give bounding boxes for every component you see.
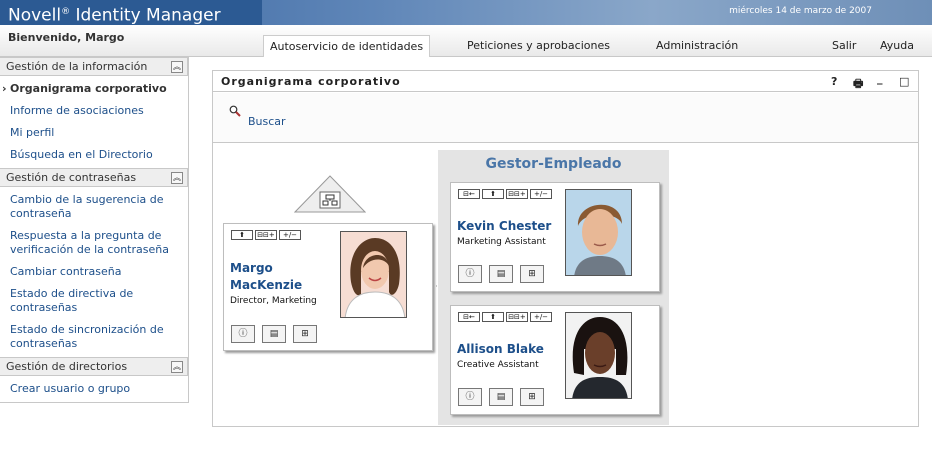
employee-title: Creative Assistant: [457, 360, 539, 370]
info-icon: ⓘ: [238, 329, 248, 339]
app-logo: Novell® Identity Manager: [0, 0, 262, 26]
info-icon: ⓘ: [465, 392, 475, 402]
minimize-icon[interactable]: _: [877, 72, 883, 85]
toggle-button[interactable]: +/−: [530, 312, 552, 322]
email-button[interactable]: ▤: [489, 388, 513, 406]
portlet-title-bar: Organigrama corporativo ? 🖶 _ □: [213, 71, 918, 92]
help-icon[interactable]: ?: [831, 75, 837, 88]
tab-identity-self-service[interactable]: Autoservicio de identidades: [263, 35, 431, 57]
sidebar-item-my-profile[interactable]: Mi perfil: [0, 122, 188, 144]
registered-mark: ®: [61, 7, 71, 17]
app-header: Novell® Identity Manager miércoles 14 de…: [0, 0, 932, 26]
email-button[interactable]: ▤: [489, 265, 513, 283]
nav-bar: Bienvenido, Margo Autoservicio de identi…: [0, 25, 932, 57]
sidebar: Gestión de la información ︽ Organigrama …: [0, 57, 189, 403]
hierarchy-button[interactable]: ⊞: [293, 325, 317, 343]
group-title: Gestor-Empleado: [485, 156, 622, 172]
person-portrait-icon: [341, 232, 406, 317]
manager-title: Director, Marketing: [230, 296, 317, 306]
search-icon: [229, 105, 241, 117]
sidebar-section-passwords[interactable]: Gestión de contraseñas ︽: [0, 168, 188, 187]
employee-card[interactable]: ⊟← ⬆ ⊟⊟+ +/− Kevin Chester Marketing Ass…: [450, 182, 660, 292]
employee-photo: [565, 312, 632, 399]
welcome-text: Bienvenido, Margo: [8, 31, 125, 44]
section-title: Gestión de directorios: [6, 360, 128, 373]
sidebar-item-challenge-response[interactable]: Respuesta a la pregunta de verificación …: [0, 225, 188, 261]
person-portrait-icon: [566, 313, 631, 398]
collapse-icon[interactable]: ︽: [171, 172, 183, 184]
hierarchy-icon: ⊞: [528, 269, 536, 279]
employee-title: Marketing Assistant: [457, 237, 546, 247]
sidebar-section-information[interactable]: Gestión de la información ︽: [0, 57, 188, 76]
email-button[interactable]: ▤: [262, 325, 286, 343]
sidebar-item-password-sync[interactable]: Estado de sincronización de contraseñas: [0, 319, 188, 355]
up-arrow-button[interactable]: ⬆: [482, 189, 504, 199]
expand-tree-button[interactable]: ⊟⊟+: [506, 312, 528, 322]
maximize-icon[interactable]: □: [899, 75, 909, 88]
collapse-icon[interactable]: ︽: [171, 361, 183, 373]
hierarchy-button[interactable]: ⊞: [520, 265, 544, 283]
help-link[interactable]: Ayuda: [874, 35, 920, 57]
employee-photo: [565, 189, 632, 276]
email-icon: ▤: [269, 329, 279, 339]
tab-administration[interactable]: Administración: [650, 35, 744, 57]
sidebar-item-directory-search[interactable]: Búsqueda en el Directorio: [0, 144, 188, 166]
hierarchy-button[interactable]: ⊞: [520, 388, 544, 406]
portlet-toolbar: Buscar: [213, 93, 918, 143]
sidebar-item-create-user[interactable]: Crear usuario o grupo: [0, 378, 188, 400]
sidebar-item-org-chart[interactable]: Organigrama corporativo: [0, 78, 188, 100]
sidebar-item-change-password[interactable]: Cambiar contraseña: [0, 261, 188, 283]
current-date: miércoles 14 de marzo de 2007: [729, 6, 872, 16]
manager-name-last[interactable]: MacKenzie: [230, 277, 302, 293]
up-hierarchy-icon[interactable]: [294, 175, 366, 213]
logout-link[interactable]: Salir: [826, 35, 862, 57]
print-icon[interactable]: 🖶: [853, 75, 863, 94]
email-icon: ▤: [496, 392, 506, 402]
toggle-button[interactable]: +/−: [530, 189, 552, 199]
sidebar-item-associations-report[interactable]: Informe de asociaciones: [0, 100, 188, 122]
info-button[interactable]: ⓘ: [458, 388, 482, 406]
info-button[interactable]: ⓘ: [458, 265, 482, 283]
employee-card[interactable]: ⊟← ⬆ ⊟⊟+ +/− Allison Blake Creative Assi…: [450, 305, 660, 415]
info-icon: ⓘ: [465, 269, 475, 279]
manager-card[interactable]: ⬆ ⊟⊟+ +/− Margo MacKenzie Director, Mark…: [223, 223, 433, 351]
section-title: Gestión de la información: [6, 60, 148, 73]
up-arrow-button[interactable]: ⬆: [482, 312, 504, 322]
sidebar-section-directory[interactable]: Gestión de directorios ︽: [0, 357, 188, 376]
hierarchy-icon: ⊞: [528, 392, 536, 402]
portlet-title: Organigrama corporativo: [221, 75, 401, 88]
email-icon: ▤: [496, 269, 506, 279]
brand-product: Identity Manager: [75, 5, 221, 26]
tab-requests-approvals[interactable]: Peticiones y aprobaciones: [461, 35, 616, 57]
expand-tree-button[interactable]: ⊟⊟+: [255, 230, 277, 240]
up-arrow-button[interactable]: ⬆: [231, 230, 253, 240]
brand-novell: Novell: [8, 5, 62, 26]
left-arrow-button[interactable]: ⊟←: [458, 189, 480, 199]
manager-name-first[interactable]: Margo: [230, 260, 273, 276]
hierarchy-icon: ⊞: [301, 329, 309, 339]
left-arrow-button[interactable]: ⊟←: [458, 312, 480, 322]
employee-name[interactable]: Allison Blake: [457, 341, 544, 357]
manager-photo: [340, 231, 407, 318]
search-label: Buscar: [248, 115, 286, 128]
info-button[interactable]: ⓘ: [231, 325, 255, 343]
sidebar-item-change-hint[interactable]: Cambio de la sugerencia de contraseña: [0, 189, 188, 225]
sidebar-item-password-policy[interactable]: Estado de directiva de contraseñas: [0, 283, 188, 319]
person-portrait-icon: [566, 190, 631, 275]
expand-tree-button[interactable]: ⊟⊟+: [506, 189, 528, 199]
section-title: Gestión de contraseñas: [6, 171, 137, 184]
toggle-button[interactable]: +/−: [279, 230, 301, 240]
employee-name[interactable]: Kevin Chester: [457, 218, 551, 234]
collapse-icon[interactable]: ︽: [171, 61, 183, 73]
